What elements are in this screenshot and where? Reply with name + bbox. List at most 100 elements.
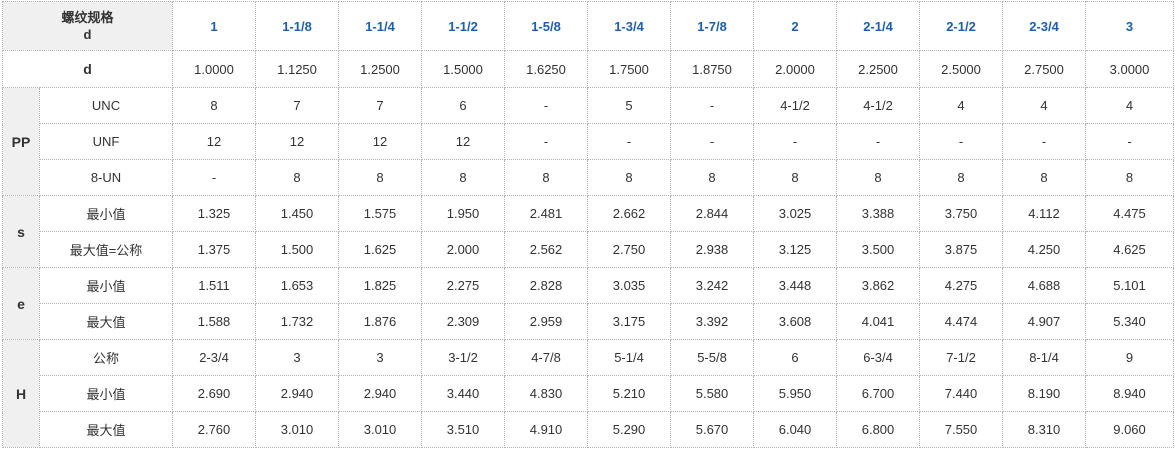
table-cell: 4-7/8 — [504, 339, 589, 376]
thread-spec-table: 螺纹规格 d 1 1-1/8 1-1/4 1-1/2 1-5/8 1-3/4 1… — [1, 1, 1175, 448]
table-cell: 3.392 — [670, 303, 755, 340]
table-cell: 2.5000 — [919, 50, 1004, 88]
row-sub-label: 公称 — [38, 339, 174, 376]
table-cell: 2.938 — [670, 231, 755, 268]
table-cell: 3.875 — [919, 231, 1004, 268]
table-cell: 1.1250 — [255, 50, 340, 88]
table-cell: 8 — [255, 159, 340, 196]
table-cell: 2-3/4 — [172, 339, 257, 376]
table-cell: 3.175 — [587, 303, 672, 340]
table-row: s 最小值 1.325 1.450 1.575 1.950 2.481 2.662 2.844 3… — [2, 195, 1175, 268]
table-cell: 3-1/2 — [421, 339, 506, 376]
table-cell: 2.940 — [338, 375, 423, 412]
table-cell: 7 — [338, 87, 423, 124]
table-cell: 4-1/2 — [836, 87, 921, 124]
size-header: 1 — [172, 1, 257, 51]
table-cell: 2.275 — [421, 267, 506, 304]
size-header: 1-1/2 — [421, 1, 506, 51]
table-cell: 4.250 — [1002, 231, 1087, 268]
table-cell: 8 — [753, 159, 838, 196]
table-cell: 1.500 — [255, 231, 340, 268]
table-cell: 8 — [421, 159, 506, 196]
table-cell: 4-1/2 — [753, 87, 838, 124]
table-cell: 6 — [753, 339, 838, 376]
table-cell: 2.000 — [421, 231, 506, 268]
row-group-label: H — [2, 339, 40, 448]
table-cell: 8.940 — [1085, 375, 1175, 412]
table-cell: 1.2500 — [338, 50, 423, 88]
corner-title: 螺纹规格 — [61, 10, 114, 25]
table-cell: - — [670, 87, 755, 124]
table-cell: 5-5/8 — [670, 339, 755, 376]
row-group-label: e — [2, 267, 40, 340]
size-header: 2-3/4 — [1002, 1, 1087, 51]
size-header: 3 — [1085, 1, 1175, 51]
table-cell: 2.828 — [504, 267, 589, 304]
table-cell: 6.800 — [836, 411, 921, 448]
table-cell: 4.475 — [1085, 195, 1175, 232]
table-cell: 3.750 — [919, 195, 1004, 232]
row-sub-label: 8-UN — [38, 159, 174, 196]
table-cell: 3.448 — [753, 267, 838, 304]
table-cell: 3.010 — [338, 411, 423, 448]
table-cell: 9.060 — [1085, 411, 1175, 448]
table-row: 8-UN -8 8 8 8 8 8 8 8 8 8 8 — [3, 159, 1175, 196]
table-cell: 7.550 — [919, 411, 1004, 448]
table-cell: 1.732 — [255, 303, 340, 340]
table-cell: 5.670 — [670, 411, 755, 448]
size-header: 2 — [753, 1, 838, 51]
table-cell: 2.844 — [670, 195, 755, 232]
table-row-d: d 1.0000 1.1250 1.2500 1.5000 1.6250 1.7… — [1, 50, 1175, 88]
table-cell: 5.210 — [587, 375, 672, 412]
table-cell: 1.5000 — [421, 50, 506, 88]
table-cell: 1.950 — [421, 195, 506, 232]
table-cell: 2.562 — [504, 231, 589, 268]
table-cell: 4.830 — [504, 375, 589, 412]
table-cell: 2.481 — [504, 195, 589, 232]
row-group-label: s — [2, 195, 40, 268]
header-row: 螺纹规格 d 1 1-1/8 1-1/4 1-1/2 1-5/8 1-3/4 1… — [1, 1, 1175, 51]
table-cell: 3 — [338, 339, 423, 376]
size-header: 2-1/4 — [836, 1, 921, 51]
row-sub-label: 最大值 — [38, 303, 174, 340]
table-cell: 2.309 — [421, 303, 506, 340]
size-header: 1-7/8 — [670, 1, 755, 51]
table-cell: - — [919, 123, 1004, 160]
row-group-label: PP — [2, 87, 40, 196]
table-cell: - — [504, 87, 589, 124]
size-header: 1-3/4 — [587, 1, 672, 51]
table-cell: 1.6250 — [504, 50, 589, 88]
table-cell: 4.907 — [1002, 303, 1087, 340]
row-label-d: d — [1, 50, 174, 88]
table-cell: 3.440 — [421, 375, 506, 412]
table-cell: 4.275 — [919, 267, 1004, 304]
table-cell: 3.242 — [670, 267, 755, 304]
table-cell: 8 — [670, 159, 755, 196]
row-sub-label: 最小值 — [38, 375, 174, 412]
table-cell: 1.7500 — [587, 50, 672, 88]
table-cell: 8 — [504, 159, 589, 196]
table-cell: 2.750 — [587, 231, 672, 268]
table-cell: 5.950 — [753, 375, 838, 412]
groups-body: PP UNC 8 7 7 6-5-4-1/2 4-1/2 4 4 4 UNF 12 12 12 12- - - -… — [2, 87, 1175, 448]
table-cell: 2.760 — [172, 411, 257, 448]
table-cell: 1.575 — [338, 195, 423, 232]
table-cell: 7 — [255, 87, 340, 124]
table-cell: 3.500 — [836, 231, 921, 268]
table-cell: - — [1002, 123, 1087, 160]
table-cell: 2.940 — [255, 375, 340, 412]
row-sub-label: 最大值=公称 — [38, 231, 174, 268]
table-row: e 最小值 1.511 1.653 1.825 2.275 2.828 3.035 3.242 3… — [2, 267, 1175, 340]
table-cell: 9 — [1085, 339, 1175, 376]
table-cell: 8 — [919, 159, 1004, 196]
table-cell: 2.690 — [172, 375, 257, 412]
table-cell: 1.0000 — [172, 50, 257, 88]
table-cell: 1.825 — [338, 267, 423, 304]
row-sub-label: 最小值 — [38, 195, 174, 232]
table-cell: 6.700 — [836, 375, 921, 412]
table-cell: 2.0000 — [753, 50, 838, 88]
table-row: H 公称 2-3/4 3 3 3-1/2 4-7/8 5-1/4 5-5/8 6 6-3/4 7-1/… — [2, 339, 1175, 448]
table-row: 最大值 2.760 3.010 3.010 3.510 4.910 5.290 5.670 6.… — [3, 411, 1175, 448]
table-cell: 2.959 — [504, 303, 589, 340]
table-cell: - — [1085, 123, 1175, 160]
